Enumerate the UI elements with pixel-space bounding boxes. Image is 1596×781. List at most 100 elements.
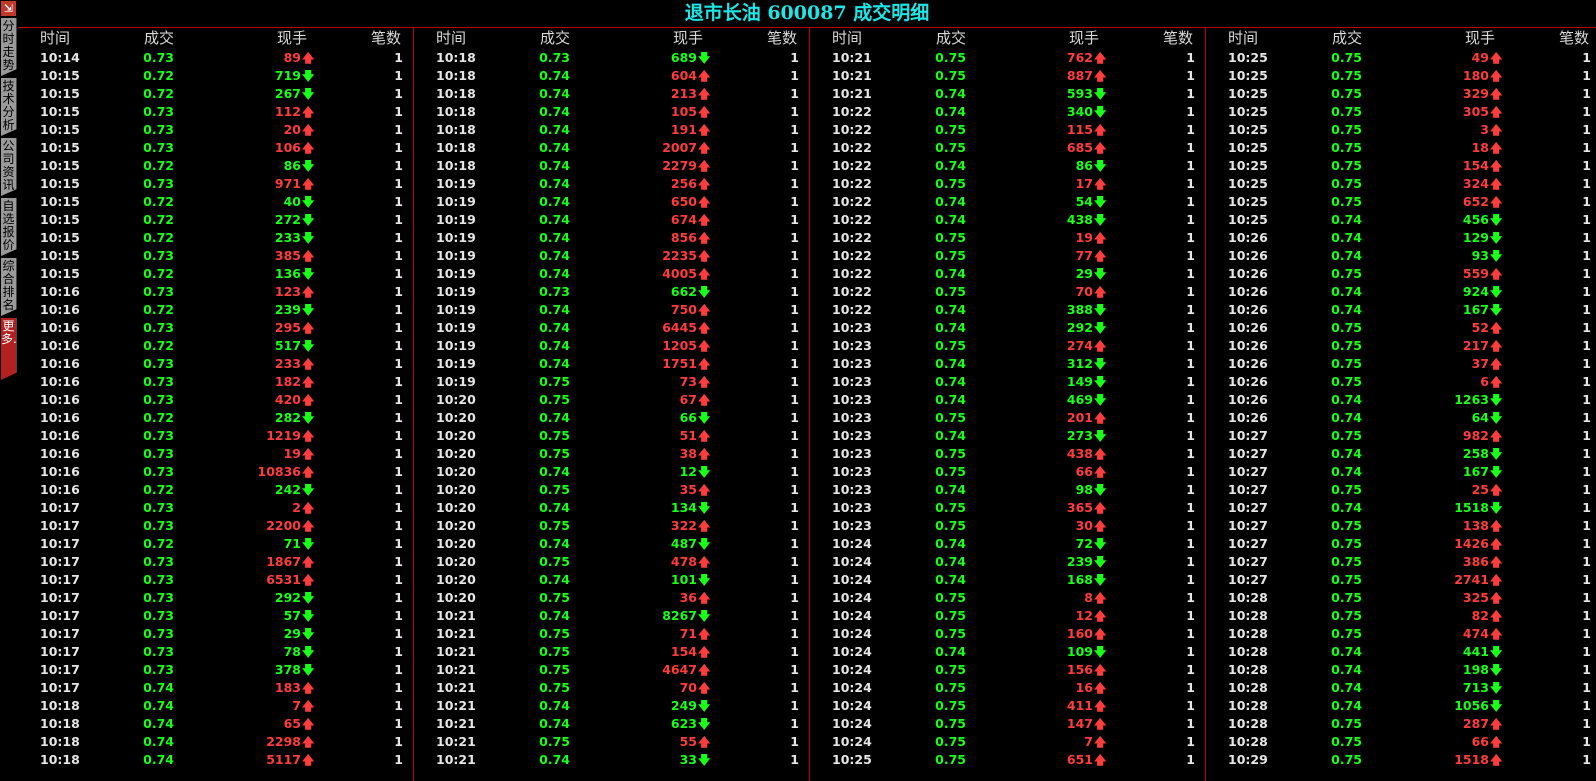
trade-row[interactable]: 10:24 0.75 156 🡅 1	[810, 661, 1200, 679]
trade-row[interactable]: 10:25 0.75 154 🡅 1	[1206, 157, 1596, 175]
trade-row[interactable]: 10:16 0.73 10836 🡅 1	[18, 463, 408, 481]
trade-row[interactable]: 10:19 0.73 662 🡇 1	[414, 283, 804, 301]
trade-row[interactable]: 10:20 0.75 67 🡅 1	[414, 391, 804, 409]
trade-row[interactable]: 10:27 0.74 167 🡇 1	[1206, 463, 1596, 481]
trade-row[interactable]: 10:19 0.74 256 🡅 1	[414, 175, 804, 193]
tab-intraday[interactable]: 分时走势	[1, 18, 17, 76]
trade-row[interactable]: 10:18 0.74 604 🡅 1	[414, 67, 804, 85]
trade-row[interactable]: 10:22 0.75 70 🡅 1	[810, 283, 1200, 301]
trade-row[interactable]: 10:28 0.75 474 🡅 1	[1206, 625, 1596, 643]
trade-row[interactable]: 10:28 0.75 66 🡅 1	[1206, 733, 1596, 751]
trade-row[interactable]: 10:21 0.75 70 🡅 1	[414, 679, 804, 697]
tab-ranking[interactable]: 综合排名	[1, 258, 17, 316]
trade-row[interactable]: 10:20 0.75 478 🡅 1	[414, 553, 804, 571]
trade-row[interactable]: 10:23 0.75 365 🡅 1	[810, 499, 1200, 517]
trade-row[interactable]: 10:17 0.73 57 🡇 1	[18, 607, 408, 625]
trade-row[interactable]: 10:19 0.74 6445 🡅 1	[414, 319, 804, 337]
trade-row[interactable]: 10:15 0.73 385 🡅 1	[18, 247, 408, 265]
trade-row[interactable]: 10:21 0.75 4647 🡅 1	[414, 661, 804, 679]
trade-row[interactable]: 10:20 0.75 36 🡅 1	[414, 589, 804, 607]
trade-row[interactable]: 10:20 0.74 487 🡇 1	[414, 535, 804, 553]
trade-row[interactable]: 10:25 0.75 652 🡅 1	[1206, 193, 1596, 211]
trade-row[interactable]: 10:28 0.75 287 🡅 1	[1206, 715, 1596, 733]
trade-row[interactable]: 10:27 0.75 982 🡅 1	[1206, 427, 1596, 445]
trade-row[interactable]: 10:21 0.74 8267 🡇 1	[414, 607, 804, 625]
trade-row[interactable]: 10:23 0.75 201 🡅 1	[810, 409, 1200, 427]
trade-row[interactable]: 10:18 0.74 2007 🡅 1	[414, 139, 804, 157]
trade-row[interactable]: 10:22 0.75 685 🡅 1	[810, 139, 1200, 157]
trade-row[interactable]: 10:25 0.75 3 🡅 1	[1206, 121, 1596, 139]
trade-row[interactable]: 10:21 0.74 249 🡇 1	[414, 697, 804, 715]
trade-row[interactable]: 10:24 0.74 239 🡇 1	[810, 553, 1200, 571]
trade-row[interactable]: 10:21 0.74 623 🡇 1	[414, 715, 804, 733]
trade-row[interactable]: 10:26 0.74 924 🡇 1	[1206, 283, 1596, 301]
trade-row[interactable]: 10:19 0.74 4005 🡅 1	[414, 265, 804, 283]
trade-row[interactable]: 10:21 0.75 887 🡅 1	[810, 67, 1200, 85]
trade-row[interactable]: 10:23 0.75 274 🡅 1	[810, 337, 1200, 355]
trade-row[interactable]: 10:17 0.72 71 🡇 1	[18, 535, 408, 553]
trade-row[interactable]: 10:19 0.74 674 🡅 1	[414, 211, 804, 229]
trade-row[interactable]: 10:22 0.75 77 🡅 1	[810, 247, 1200, 265]
trade-row[interactable]: 10:27 0.75 138 🡅 1	[1206, 517, 1596, 535]
trade-row[interactable]: 10:20 0.75 35 🡅 1	[414, 481, 804, 499]
trade-row[interactable]: 10:23 0.74 273 🡇 1	[810, 427, 1200, 445]
trade-row[interactable]: 10:25 0.75 305 🡅 1	[1206, 103, 1596, 121]
trade-row[interactable]: 10:20 0.75 51 🡅 1	[414, 427, 804, 445]
trade-row[interactable]: 10:25 0.75 180 🡅 1	[1206, 67, 1596, 85]
trade-row[interactable]: 10:24 0.74 109 🡇 1	[810, 643, 1200, 661]
trade-row[interactable]: 10:16 0.72 517 🡇 1	[18, 337, 408, 355]
trade-row[interactable]: 10:15 0.72 233 🡇 1	[18, 229, 408, 247]
trade-row[interactable]: 10:20 0.74 12 🡇 1	[414, 463, 804, 481]
trade-row[interactable]: 10:19 0.74 1751 🡅 1	[414, 355, 804, 373]
trade-row[interactable]: 10:15 0.72 136 🡇 1	[18, 265, 408, 283]
trade-row[interactable]: 10:22 0.74 86 🡇 1	[810, 157, 1200, 175]
trade-row[interactable]: 10:19 0.74 750 🡅 1	[414, 301, 804, 319]
trade-row[interactable]: 10:18 0.74 65 🡅 1	[18, 715, 408, 733]
trade-row[interactable]: 10:17 0.73 29 🡇 1	[18, 625, 408, 643]
trade-row[interactable]: 10:20 0.75 322 🡅 1	[414, 517, 804, 535]
trade-row[interactable]: 10:27 0.75 386 🡅 1	[1206, 553, 1596, 571]
trade-row[interactable]: 10:28 0.75 82 🡅 1	[1206, 607, 1596, 625]
trade-row[interactable]: 10:25 0.75 324 🡅 1	[1206, 175, 1596, 193]
trade-row[interactable]: 10:24 0.75 7 🡅 1	[810, 733, 1200, 751]
trade-row[interactable]: 10:18 0.74 105 🡅 1	[414, 103, 804, 121]
trade-row[interactable]: 10:19 0.74 2235 🡅 1	[414, 247, 804, 265]
trade-row[interactable]: 10:17 0.73 2 🡅 1	[18, 499, 408, 517]
tab-company-info[interactable]: 公司资讯	[1, 138, 17, 196]
trade-row[interactable]: 10:25 0.75 329 🡅 1	[1206, 85, 1596, 103]
trade-row[interactable]: 10:22 0.74 388 🡇 1	[810, 301, 1200, 319]
trade-row[interactable]: 10:26 0.75 52 🡅 1	[1206, 319, 1596, 337]
trade-row[interactable]: 10:24 0.74 168 🡇 1	[810, 571, 1200, 589]
tab-more[interactable]: 更多...	[1, 318, 17, 380]
trade-row[interactable]: 10:26 0.75 559 🡅 1	[1206, 265, 1596, 283]
trade-row[interactable]: 10:17 0.74 183 🡅 1	[18, 679, 408, 697]
trade-row[interactable]: 10:23 0.75 66 🡅 1	[810, 463, 1200, 481]
trade-row[interactable]: 10:27 0.74 258 🡇 1	[1206, 445, 1596, 463]
trade-row[interactable]: 10:17 0.73 2200 🡅 1	[18, 517, 408, 535]
trade-row[interactable]: 10:15 0.72 719 🡇 1	[18, 67, 408, 85]
trade-row[interactable]: 10:26 0.75 37 🡅 1	[1206, 355, 1596, 373]
trade-row[interactable]: 10:25 0.75 18 🡅 1	[1206, 139, 1596, 157]
trade-row[interactable]: 10:23 0.75 30 🡅 1	[810, 517, 1200, 535]
trade-row[interactable]: 10:27 0.75 1426 🡅 1	[1206, 535, 1596, 553]
trade-row[interactable]: 10:23 0.74 149 🡇 1	[810, 373, 1200, 391]
trade-row[interactable]: 10:25 0.75 651 🡅 1	[810, 751, 1200, 769]
trade-row[interactable]: 10:29 0.75 1518 🡅 1	[1206, 751, 1596, 769]
trade-row[interactable]: 10:24 0.75 160 🡅 1	[810, 625, 1200, 643]
trade-row[interactable]: 10:20 0.74 134 🡇 1	[414, 499, 804, 517]
trade-row[interactable]: 10:15 0.72 86 🡇 1	[18, 157, 408, 175]
trade-row[interactable]: 10:15 0.73 112 🡅 1	[18, 103, 408, 121]
trade-row[interactable]: 10:17 0.73 292 🡇 1	[18, 589, 408, 607]
trade-row[interactable]: 10:16 0.73 233 🡅 1	[18, 355, 408, 373]
trade-row[interactable]: 10:17 0.73 78 🡇 1	[18, 643, 408, 661]
trade-row[interactable]: 10:16 0.72 239 🡇 1	[18, 301, 408, 319]
trade-row[interactable]: 10:18 0.74 5117 🡅 1	[18, 751, 408, 769]
trade-row[interactable]: 10:14 0.73 89 🡅 1	[18, 49, 408, 67]
trade-row[interactable]: 10:16 0.73 123 🡅 1	[18, 283, 408, 301]
trade-row[interactable]: 10:19 0.74 856 🡅 1	[414, 229, 804, 247]
tab-watchlist-quotes[interactable]: 自选报价	[1, 198, 17, 256]
trade-row[interactable]: 10:15 0.72 40 🡇 1	[18, 193, 408, 211]
trade-row[interactable]: 10:19 0.74 1205 🡅 1	[414, 337, 804, 355]
trade-row[interactable]: 10:24 0.75 411 🡅 1	[810, 697, 1200, 715]
trade-row[interactable]: 10:21 0.74 593 🡇 1	[810, 85, 1200, 103]
